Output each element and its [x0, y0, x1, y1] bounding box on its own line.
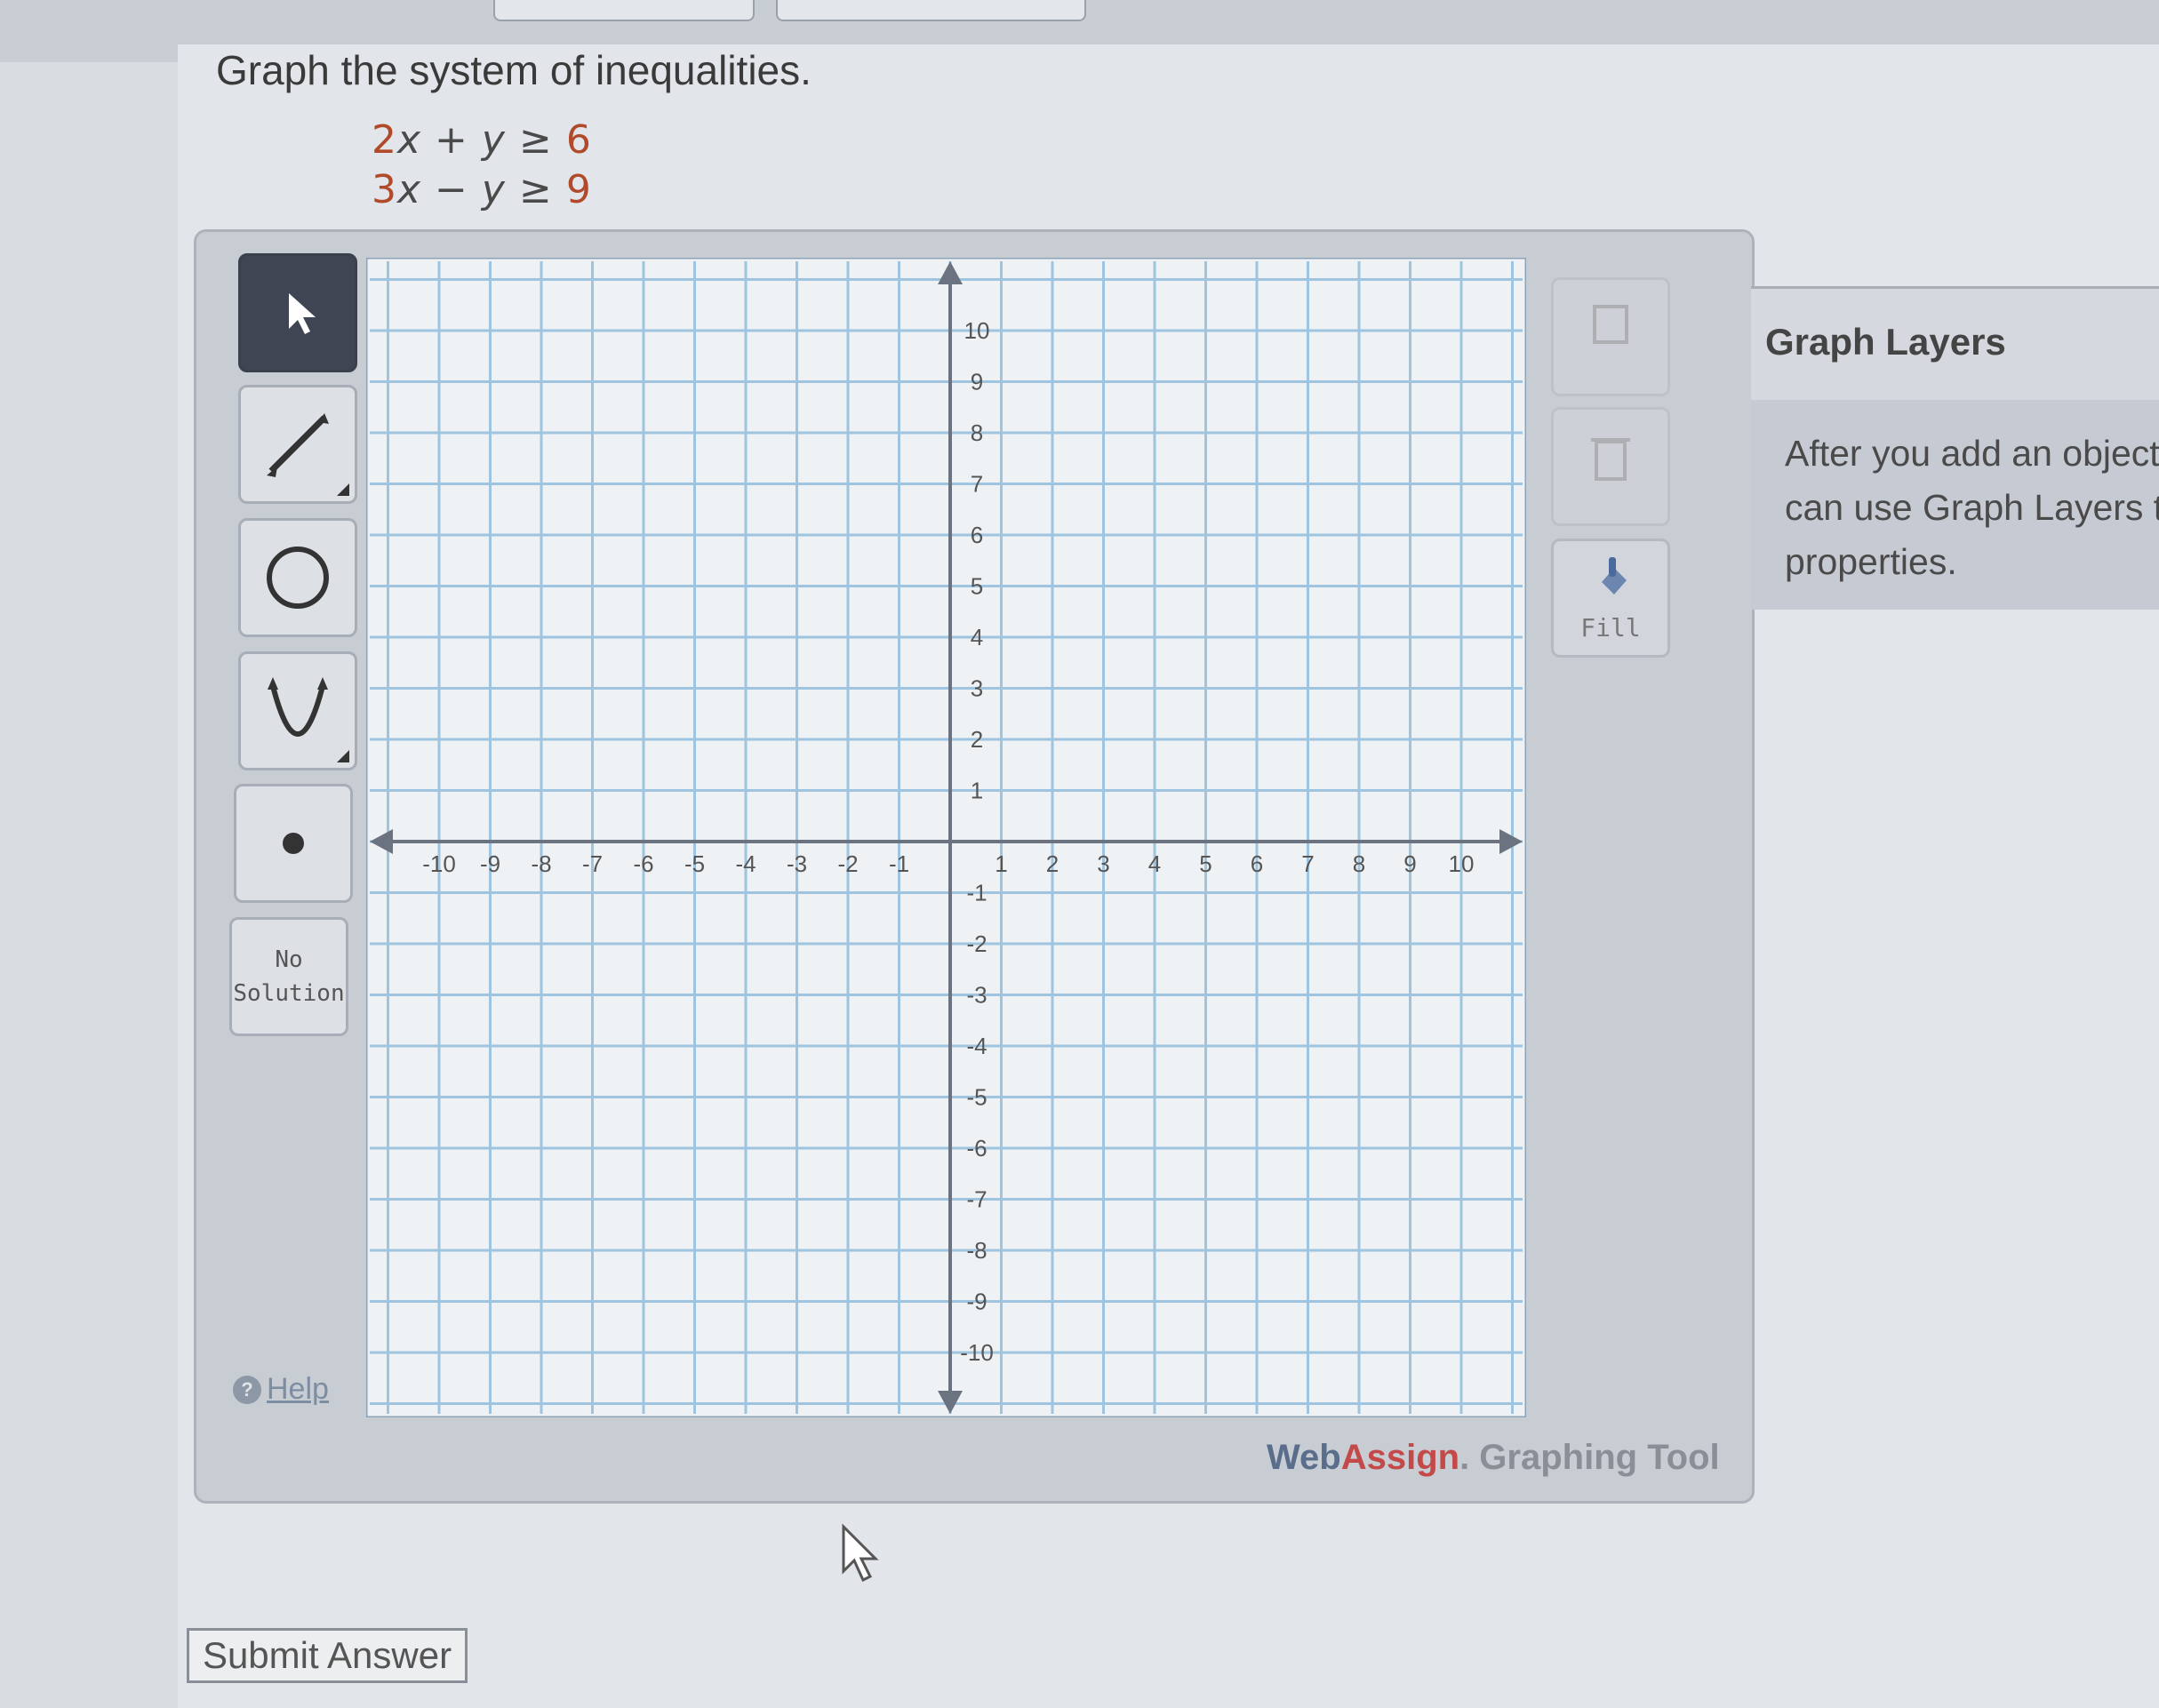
- y-tick-label: -4: [966, 1033, 987, 1059]
- graph-layers-text-line1: After you add an object t: [1785, 433, 2159, 474]
- submit-answer-button[interactable]: Submit Answer: [187, 1628, 468, 1683]
- y-tick-label: -3: [966, 982, 987, 1009]
- delete-button[interactable]: [1551, 407, 1670, 526]
- y-tick-label: 4: [971, 624, 983, 650]
- ineq2-rel: ≥: [518, 167, 553, 212]
- pointer-icon: [289, 293, 316, 334]
- y-tick-label: 2: [971, 726, 983, 753]
- x-tick-label: -3: [787, 850, 807, 877]
- ineq1-rel: ≥: [518, 117, 553, 163]
- x-tick-label: -8: [531, 850, 551, 877]
- x-tick-label: 3: [1097, 850, 1109, 877]
- fill-bucket-icon: [1602, 557, 1627, 595]
- graph-layers-title: Graph Layers: [1765, 321, 2006, 363]
- y-tick-label: 7: [971, 471, 983, 498]
- y-tick-label: -9: [966, 1289, 987, 1315]
- ineq2-op: −: [435, 167, 468, 212]
- y-tick-label: 6: [971, 522, 983, 548]
- inequality-1: 2x + y ≥ 6: [372, 117, 592, 163]
- graph-layers-text-line2: can use Graph Layers to: [1785, 487, 2159, 528]
- x-tick-label: 2: [1046, 850, 1059, 877]
- circle-icon: [267, 547, 329, 609]
- x-tick-label: -1: [889, 850, 909, 877]
- parabola-tool-button[interactable]: [238, 651, 357, 770]
- x-tick-label: -2: [837, 850, 858, 877]
- ineq1-op: +: [435, 117, 468, 163]
- brand-web: Web: [1267, 1438, 1341, 1477]
- x-tick-label: 8: [1353, 850, 1365, 877]
- y-tick-label: -5: [966, 1084, 987, 1111]
- no-solution-label-line1: No: [275, 946, 303, 973]
- y-tick-label: 9: [971, 369, 983, 395]
- ineq2-x: x: [397, 167, 422, 212]
- parabola-icon: [268, 677, 328, 737]
- y-tick-label: -7: [966, 1186, 987, 1213]
- line-icon: [267, 413, 329, 477]
- ineq2-y: y: [481, 167, 506, 212]
- x-tick-label: 5: [1199, 850, 1211, 877]
- x-tick-label: -7: [582, 850, 603, 877]
- clear-all-button[interactable]: [1551, 277, 1670, 396]
- graph-layers-body: After you add an object t can use Graph …: [1751, 400, 2159, 610]
- line-tool-button[interactable]: [238, 385, 357, 504]
- fill-button[interactable]: Fill: [1551, 539, 1670, 658]
- clear-icon: [1593, 305, 1628, 344]
- ineq2-coef: 3: [372, 167, 397, 212]
- x-tick-label: 4: [1148, 850, 1161, 877]
- y-tick-label: -1: [966, 880, 987, 906]
- y-tick-label: -2: [966, 930, 987, 957]
- mouse-cursor-icon: [842, 1523, 879, 1583]
- brand-tool-name: . Graphing Tool: [1459, 1438, 1720, 1477]
- no-solution-button[interactable]: No Solution: [229, 917, 348, 1036]
- help-icon: ?: [233, 1375, 261, 1404]
- x-tick-label: -9: [480, 850, 500, 877]
- x-tick-label: -6: [633, 850, 653, 877]
- point-tool-button[interactable]: [234, 784, 353, 903]
- ineq1-x: x: [397, 117, 422, 163]
- coordinate-graph[interactable]: -10 -9 -8 -7 -6 -5 -4 -3 -2 -1 1 2 3 4 5 6 7 8 9 10 10 9 8 7 6 5…: [366, 258, 1526, 1417]
- circle-tool-button[interactable]: [238, 518, 357, 637]
- webassign-branding: WebAssign. Graphing Tool: [1267, 1438, 1720, 1478]
- line-tool-menu-indicator: [337, 483, 349, 496]
- x-tick-label: 10: [1449, 850, 1475, 877]
- x-tick-label: -5: [684, 850, 705, 877]
- x-tick-label: 1: [995, 850, 1007, 877]
- no-solution-label-line2: Solution: [233, 980, 345, 1007]
- help-label: Help: [267, 1372, 329, 1406]
- brand-assign: Assign: [1340, 1438, 1460, 1477]
- inequality-2: 3x − y ≥ 9: [372, 167, 592, 212]
- y-tick-label: 3: [971, 675, 983, 702]
- trash-icon: [1591, 438, 1630, 481]
- y-tick-label: 8: [971, 419, 983, 446]
- y-tick-label: 5: [971, 573, 983, 600]
- ineq1-y: y: [481, 117, 506, 163]
- ineq1-const: 6: [565, 117, 592, 163]
- x-tick-label: 6: [1251, 850, 1263, 877]
- pointer-tool-button[interactable]: [238, 253, 357, 372]
- y-tick-label: 10: [964, 317, 990, 344]
- top-tab-1[interactable]: [493, 0, 755, 21]
- x-tick-label: 9: [1403, 850, 1416, 877]
- parabola-tool-menu-indicator: [337, 750, 349, 762]
- y-tick-label: -8: [966, 1237, 987, 1264]
- graph-layers-header[interactable]: Graph Layers: [1751, 286, 2159, 405]
- y-tick-label: -6: [966, 1135, 987, 1161]
- y-tick-label: 1: [971, 778, 983, 804]
- x-tick-label: 7: [1301, 850, 1314, 877]
- ineq2-const: 9: [565, 167, 592, 212]
- point-icon: [283, 833, 304, 854]
- x-tick-label: -4: [735, 850, 756, 877]
- question-title: Graph the system of inequalities.: [216, 47, 812, 93]
- graph-layers-text-line3: properties.: [1785, 541, 1957, 582]
- y-tick-label: -10: [960, 1339, 994, 1366]
- help-link[interactable]: ? Help: [233, 1372, 329, 1407]
- ineq1-coef: 2: [372, 117, 397, 163]
- x-tick-label: -10: [422, 850, 456, 877]
- fill-label: Fill: [1580, 613, 1641, 642]
- top-tab-2[interactable]: [776, 0, 1086, 21]
